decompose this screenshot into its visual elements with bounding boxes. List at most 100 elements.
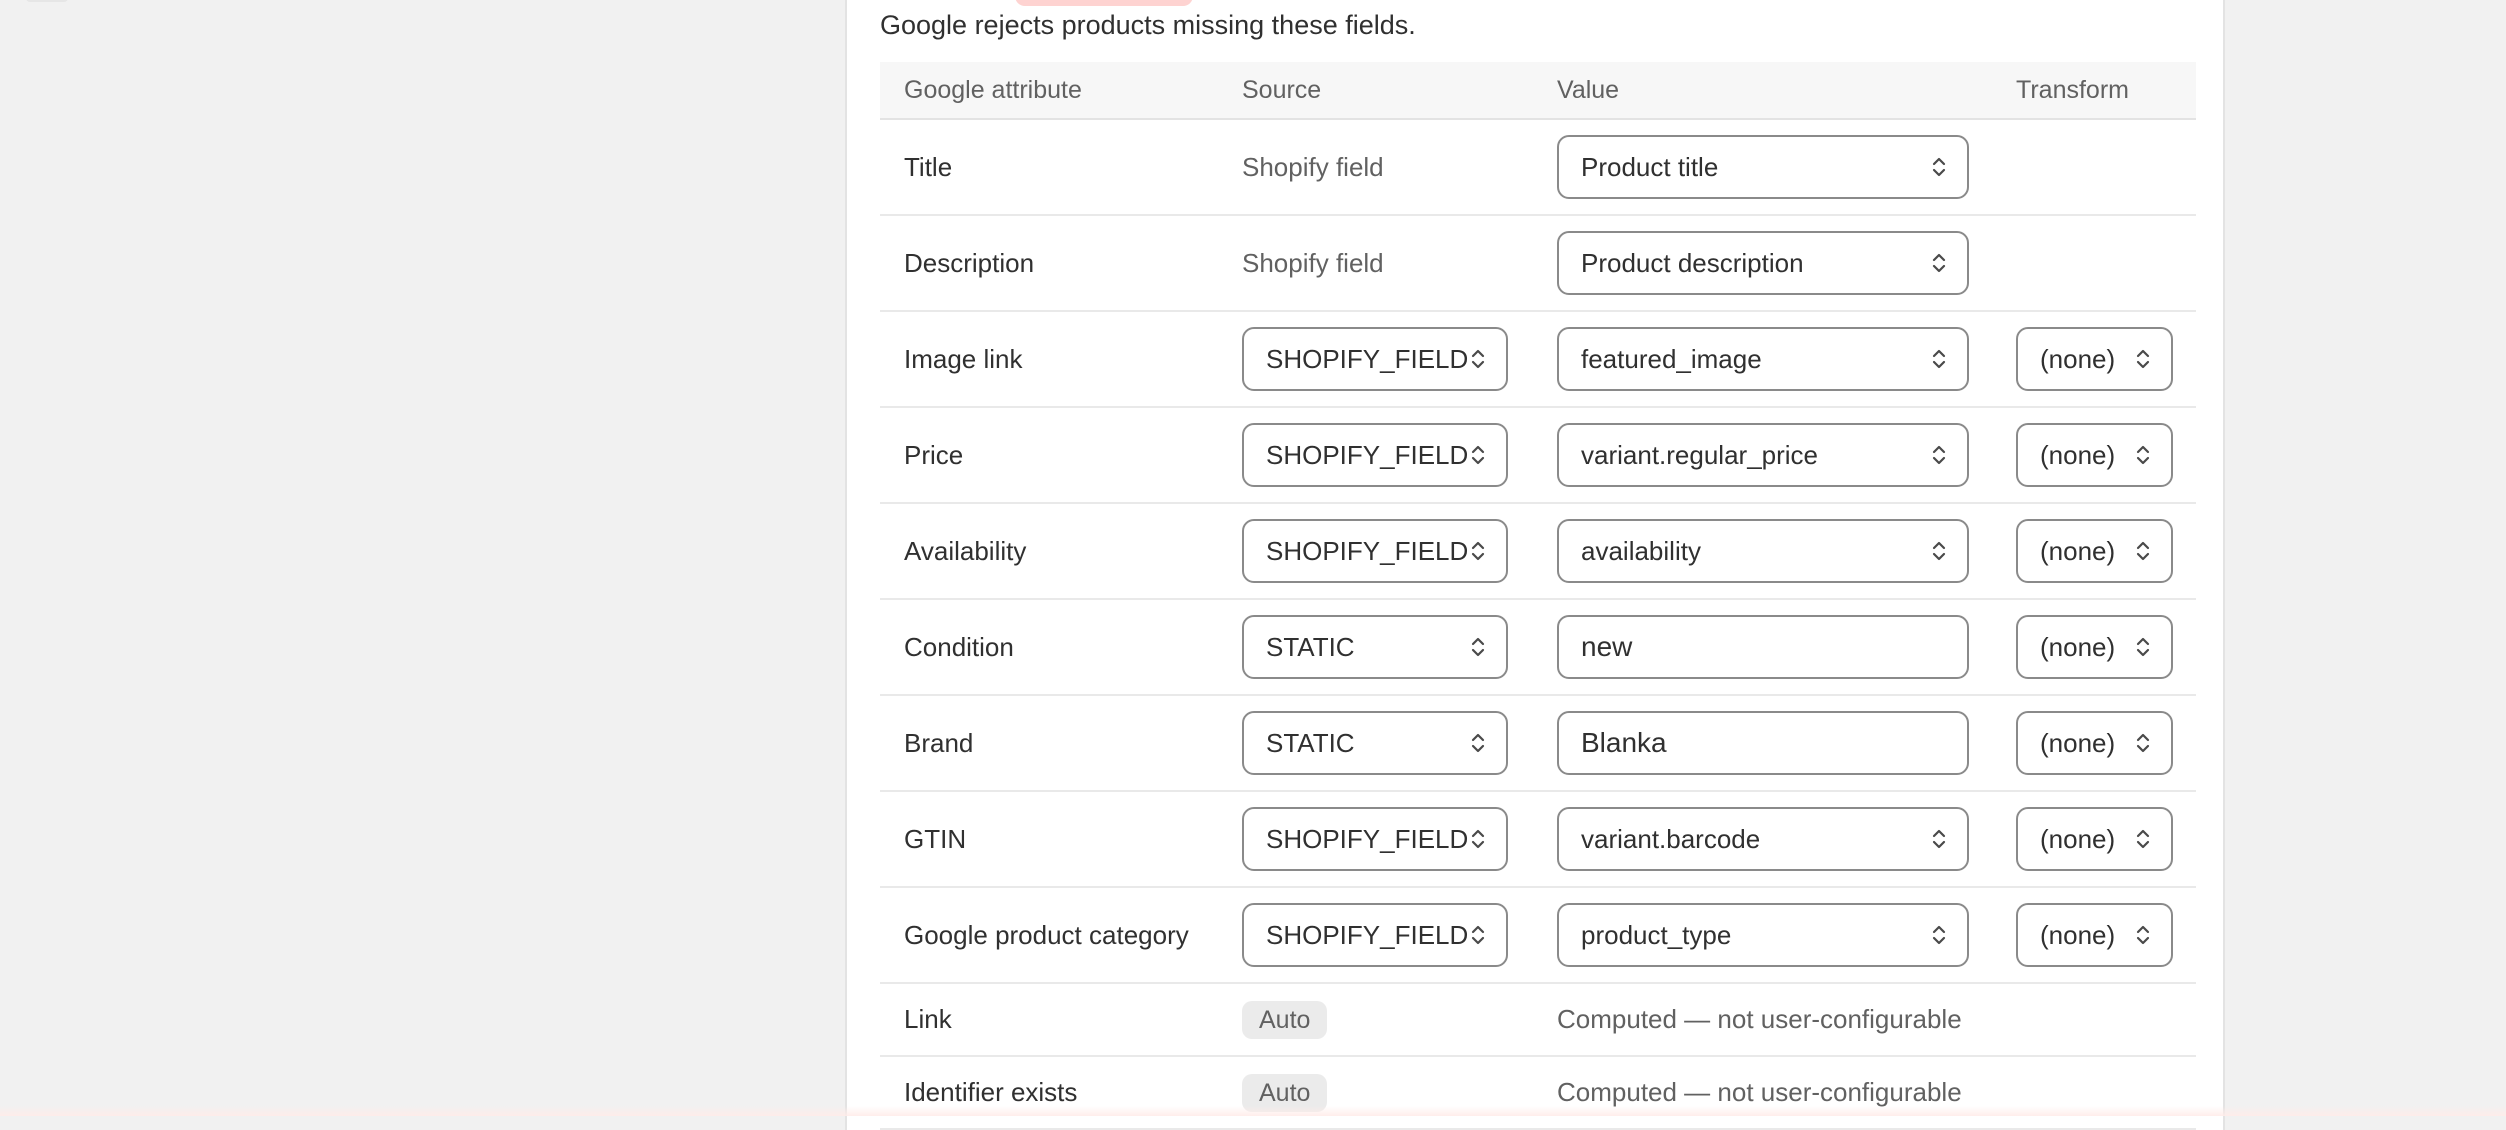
table-row-availability: Availability SHOPIFY_FIELD availability …: [880, 504, 2196, 600]
table-row-description: Description Shopify field Product descri…: [880, 216, 2196, 312]
chevron-up-down-icon: [2135, 922, 2151, 948]
chevron-up-down-icon: [1931, 538, 1947, 564]
value-select[interactable]: variant.barcode: [1557, 807, 1969, 871]
source-select-label: SHOPIFY_FIELD: [1266, 343, 1469, 374]
transform-select-label: (none): [2040, 823, 2116, 854]
chevron-up-down-icon: [1931, 442, 1947, 468]
source-select[interactable]: STATIC: [1242, 711, 1508, 775]
left-column: [0, 0, 845, 1116]
source-text: Shopify field: [1242, 151, 1384, 182]
chevron-up-down-icon: [2135, 538, 2151, 564]
value-select[interactable]: variant.regular_price: [1557, 423, 1969, 487]
transform-select-label: (none): [2040, 727, 2116, 758]
header-source: Source: [1242, 76, 1322, 104]
value-select-label: availability: [1581, 535, 1701, 566]
chevron-up-down-icon: [2135, 730, 2151, 756]
value-select[interactable]: availability: [1557, 519, 1969, 583]
attribute-label: Description: [904, 247, 1035, 278]
transform-select[interactable]: (none): [2016, 903, 2173, 967]
attribute-label: Image link: [904, 343, 1023, 374]
transform-select[interactable]: (none): [2016, 519, 2173, 583]
required-fields-card: Google rejects products missing these fi…: [845, 0, 2225, 1130]
transform-select[interactable]: (none): [2016, 327, 2173, 391]
table-row-condition: Condition STATIC new (none): [880, 600, 2196, 696]
chevron-up-down-icon: [2135, 442, 2151, 468]
header-value: Value: [1557, 76, 1620, 104]
chevron-up-down-icon: [1931, 922, 1947, 948]
chevron-up-down-icon: [1470, 442, 1486, 468]
card-subtitle: Google rejects products missing these fi…: [880, 10, 1416, 40]
source-select-label: STATIC: [1266, 727, 1355, 758]
attribute-label: Condition: [904, 631, 1014, 662]
computed-note: Computed — not user-configurable: [1557, 1004, 1962, 1034]
value-input-text: new: [1581, 631, 1633, 662]
table-row-identifier-exists: Identifier exists Auto Computed — not us…: [880, 1057, 2196, 1130]
chevron-up-down-icon: [1931, 826, 1947, 852]
transform-select[interactable]: (none): [2016, 615, 2173, 679]
auto-badge: Auto: [1242, 1000, 1328, 1039]
value-select[interactable]: Product title: [1557, 135, 1969, 199]
value-input[interactable]: new: [1557, 615, 1969, 679]
transform-select-label: (none): [2040, 343, 2116, 374]
transform-select-label: (none): [2040, 439, 2116, 470]
source-select[interactable]: SHOPIFY_FIELD: [1242, 903, 1508, 967]
value-select[interactable]: featured_image: [1557, 327, 1969, 391]
attribute-label: Price: [904, 439, 964, 470]
source-select[interactable]: SHOPIFY_FIELD: [1242, 423, 1508, 487]
value-select[interactable]: product_type: [1557, 903, 1969, 967]
left-column-element: [26, 0, 68, 2]
value-select-label: Product description: [1581, 247, 1804, 278]
chevron-up-down-icon: [1470, 922, 1486, 948]
header-transform: Transform: [2016, 76, 2129, 104]
chevron-up-down-icon: [1931, 346, 1947, 372]
attribute-label: GTIN: [904, 823, 967, 854]
table-header: Google attribute Source Value Transform: [880, 62, 2196, 120]
chevron-up-down-icon: [2135, 826, 2151, 852]
source-select[interactable]: SHOPIFY_FIELD: [1242, 519, 1508, 583]
attribute-label: Brand: [904, 727, 974, 758]
chevron-up-down-icon: [1931, 154, 1947, 180]
attribute-label: Google product category: [904, 919, 1189, 950]
value-select-label: product_type: [1581, 919, 1732, 950]
source-select-label: SHOPIFY_FIELD: [1266, 823, 1469, 854]
attribute-label: Availability: [904, 535, 1027, 566]
value-select[interactable]: Product description: [1557, 231, 1969, 295]
value-select-label: Product title: [1581, 151, 1719, 182]
attribute-label: Title: [904, 151, 953, 182]
attribute-label: Identifier exists: [904, 1077, 1078, 1107]
source-select-label: SHOPIFY_FIELD: [1266, 535, 1469, 566]
chevron-up-down-icon: [1470, 538, 1486, 564]
table-row-title: Title Shopify field Product title: [880, 120, 2196, 216]
source-select[interactable]: SHOPIFY_FIELD: [1242, 807, 1508, 871]
header-google-attribute: Google attribute: [904, 76, 1082, 104]
value-input-text: Blanka: [1581, 727, 1667, 758]
chevron-up-down-icon: [2135, 346, 2151, 372]
source-select[interactable]: SHOPIFY_FIELD: [1242, 327, 1508, 391]
value-select-label: variant.regular_price: [1581, 439, 1819, 470]
table-row-image-link: Image link SHOPIFY_FIELD featured_image …: [880, 312, 2196, 408]
value-input[interactable]: Blanka: [1557, 711, 1969, 775]
transform-select-label: (none): [2040, 919, 2116, 950]
chevron-up-down-icon: [1470, 826, 1486, 852]
value-select-label: featured_image: [1581, 343, 1762, 374]
source-select-label: SHOPIFY_FIELD: [1266, 919, 1469, 950]
value-select-label: variant.barcode: [1581, 823, 1761, 854]
transform-select-label: (none): [2040, 535, 2116, 566]
required-badge: [1015, 0, 1193, 6]
transform-select-label: (none): [2040, 631, 2116, 662]
source-select-label: STATIC: [1266, 631, 1355, 662]
computed-note: Computed — not user-configurable: [1557, 1077, 1962, 1107]
transform-select[interactable]: (none): [2016, 423, 2173, 487]
chevron-up-down-icon: [1931, 250, 1947, 276]
chevron-up-down-icon: [1470, 634, 1486, 660]
table-row-link: Link Auto Computed — not user-configurab…: [880, 984, 2196, 1057]
transform-select[interactable]: (none): [2016, 711, 2173, 775]
transform-select[interactable]: (none): [2016, 807, 2173, 871]
source-select[interactable]: STATIC: [1242, 615, 1508, 679]
source-select-label: SHOPIFY_FIELD: [1266, 439, 1469, 470]
table-row-gtin: GTIN SHOPIFY_FIELD variant.barcode (none…: [880, 792, 2196, 888]
table-row-price: Price SHOPIFY_FIELD variant.regular_pric…: [880, 408, 2196, 504]
chevron-up-down-icon: [2135, 634, 2151, 660]
table-row-google-product-category: Google product category SHOPIFY_FIELD pr…: [880, 888, 2196, 984]
bottom-fade: [0, 1106, 2506, 1116]
